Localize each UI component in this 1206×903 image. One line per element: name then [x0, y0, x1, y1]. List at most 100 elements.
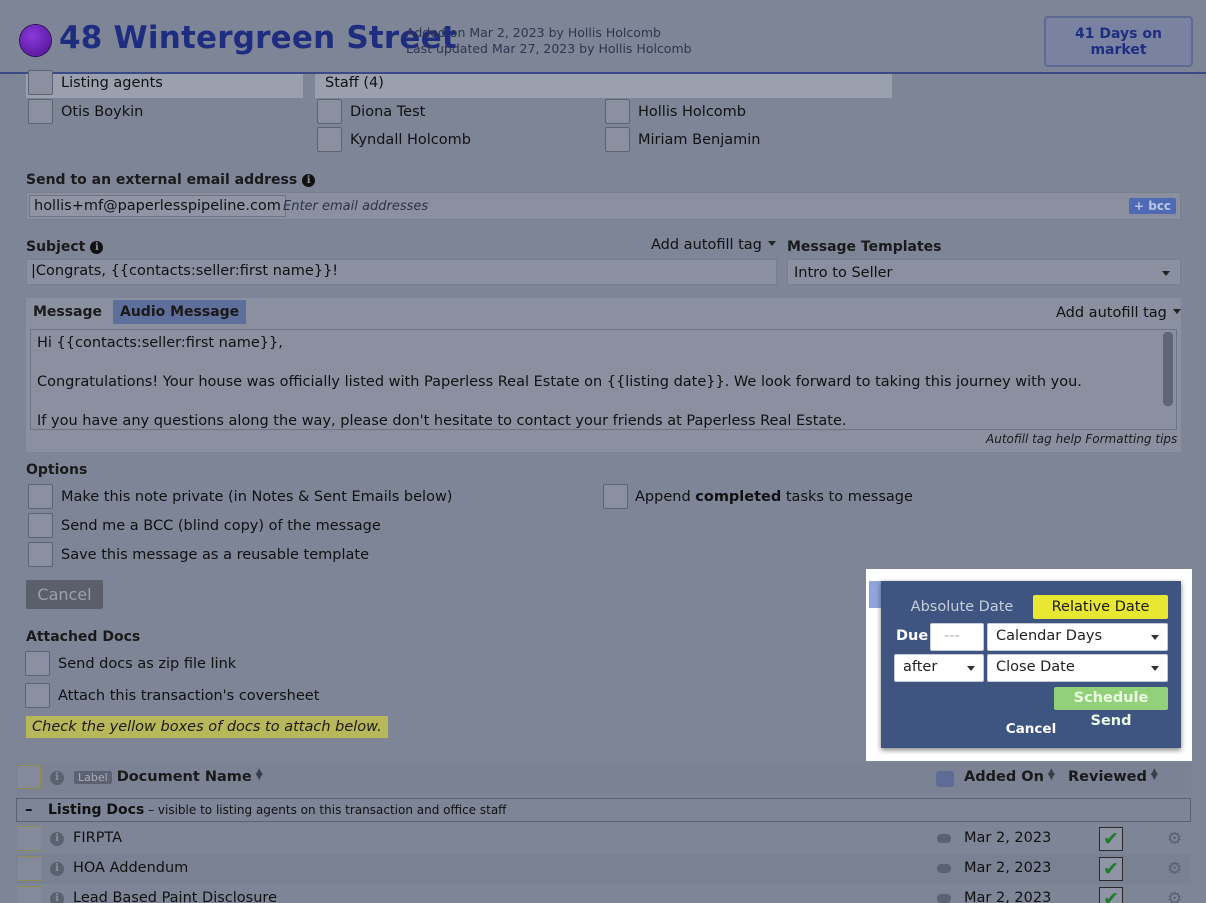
- info-icon[interactable]: i: [50, 771, 64, 785]
- label-tag: Label: [74, 771, 112, 784]
- table-row[interactable]: i Lead Based Paint Disclosure Mar 2, 202…: [16, 884, 1191, 903]
- info-icon[interactable]: i: [50, 862, 64, 876]
- document-name[interactable]: Lead Based Paint Disclosure: [73, 890, 277, 903]
- table-row[interactable]: i FIRPTA Mar 2, 2023 ✔ ⚙: [16, 824, 1191, 854]
- reviewed-check-icon[interactable]: ✔: [1099, 857, 1123, 881]
- recipient-checkbox-hollis[interactable]: [605, 99, 630, 124]
- attach-doc-checkbox[interactable]: [17, 856, 42, 881]
- schedule-send-button[interactable]: Schedule Send: [1054, 687, 1168, 729]
- document-date: Mar 2, 2023: [964, 890, 1052, 903]
- reviewed-check-icon[interactable]: ✔: [1099, 827, 1123, 851]
- info-icon[interactable]: i: [50, 892, 64, 903]
- chevron-down-icon: [1172, 309, 1181, 314]
- table-row[interactable]: i HOA Addendum Mar 2, 2023 ✔ ⚙: [16, 854, 1191, 884]
- comment-icon[interactable]: [937, 894, 951, 903]
- zip-link-label: Send docs as zip file link: [58, 656, 237, 672]
- comment-icon[interactable]: [937, 864, 951, 873]
- email-chip[interactable]: hollis+mf@paperlesspipeline.com: [29, 195, 286, 217]
- formatting-tips-link[interactable]: Formatting tips: [1085, 432, 1177, 446]
- document-name-column[interactable]: Label Document Name ▲ ▼: [74, 767, 263, 785]
- message-line: If you have any questions along the way,…: [37, 413, 847, 429]
- tab-audio-message[interactable]: Audio Message: [113, 300, 247, 324]
- recipient-name: Kyndall Holcomb: [350, 132, 471, 148]
- docs-table-header: i Label Document Name ▲ ▼ Added On ▲ ▼ Review…: [16, 763, 1191, 793]
- message-scrollbar[interactable]: [1163, 332, 1173, 406]
- day-unit-select[interactable]: Calendar Days: [987, 623, 1168, 651]
- sort-icon: ▲ ▼: [255, 767, 263, 782]
- save-template-checkbox[interactable]: [28, 542, 53, 567]
- private-note-checkbox[interactable]: [28, 484, 53, 509]
- attached-docs-label: Attached Docs: [26, 629, 141, 645]
- send-button-edge[interactable]: [869, 581, 881, 608]
- added-on-column[interactable]: Added On ▲ ▼: [964, 767, 1055, 786]
- days-on-market-badge[interactable]: 41 Days on market: [1044, 16, 1193, 67]
- gear-icon[interactable]: ⚙: [1167, 859, 1182, 879]
- added-info: Added on Mar 2, 2023 by Hollis Holcomb: [406, 25, 661, 40]
- group-name: Listing Docs: [48, 802, 145, 818]
- subject-autofill-dropdown[interactable]: Add autofill tag: [651, 237, 776, 253]
- staff-header: [315, 74, 892, 98]
- message-help-links: Autofill tag help Formatting tips: [986, 432, 1177, 446]
- relation-select[interactable]: after: [894, 654, 984, 682]
- info-icon[interactable]: i: [50, 832, 64, 846]
- absolute-date-toggle[interactable]: Absolute Date: [899, 595, 1025, 619]
- document-name[interactable]: FIRPTA: [73, 830, 122, 846]
- templates-selected: Intro to Seller: [794, 265, 893, 281]
- sort-icon: ▲ ▼: [1150, 767, 1158, 782]
- cancel-button[interactable]: Cancel: [26, 580, 103, 609]
- options-label: Options: [26, 462, 88, 478]
- reviewed-check-icon[interactable]: ✔: [1099, 887, 1123, 903]
- relative-date-toggle[interactable]: Relative Date: [1033, 595, 1168, 619]
- document-name[interactable]: HOA Addendum: [73, 860, 188, 876]
- comment-icon: [936, 771, 954, 787]
- staff-label: Staff (4): [325, 75, 384, 91]
- chevron-down-icon: [1151, 635, 1159, 640]
- attach-doc-checkbox[interactable]: [17, 826, 42, 851]
- listing-docs-group[interactable]: – Listing Docs – visible to listing agen…: [16, 798, 1191, 822]
- days-count-input[interactable]: ---: [930, 623, 984, 651]
- zip-link-checkbox[interactable]: [25, 651, 50, 676]
- gear-icon[interactable]: ⚙: [1167, 829, 1182, 849]
- reviewed-column[interactable]: Reviewed ▲ ▼: [1068, 767, 1158, 786]
- comment-icon[interactable]: [937, 834, 951, 843]
- subject-value: |Congrats, {{contacts:seller:first name}…: [31, 263, 339, 279]
- recipient-checkbox-diona[interactable]: [317, 99, 342, 124]
- bcc-me-checkbox[interactable]: [28, 513, 53, 538]
- recipient-name: Hollis Holcomb: [638, 104, 746, 120]
- recipient-name: Otis Boykin: [61, 104, 144, 120]
- recipient-checkbox-otis[interactable]: [28, 99, 53, 124]
- recipient-name: Miriam Benjamin: [638, 132, 761, 148]
- message-line: Hi {{contacts:seller:first name}},: [37, 335, 283, 351]
- email-placeholder: Enter email addresses: [283, 199, 429, 214]
- popup-cancel-link[interactable]: Cancel: [881, 721, 1181, 737]
- schedule-send-popup: Absolute Date Relative Date Due --- Cale…: [881, 581, 1181, 748]
- listing-agents-all-checkbox[interactable]: [28, 70, 53, 95]
- sort-icon: ▲ ▼: [1047, 767, 1055, 782]
- autofill-help-link[interactable]: Autofill tag help: [986, 432, 1082, 446]
- recipient-checkbox-miriam[interactable]: [605, 127, 630, 152]
- info-icon[interactable]: i: [302, 174, 316, 187]
- bcc-button[interactable]: + bcc: [1129, 198, 1177, 214]
- anchor-date-select[interactable]: Close Date: [987, 654, 1168, 682]
- append-tasks-checkbox[interactable]: [603, 484, 628, 509]
- message-textarea[interactable]: Hi {{contacts:seller:first name}}, Congr…: [30, 329, 1177, 430]
- coversheet-checkbox[interactable]: [25, 683, 50, 708]
- message-line: Congratulations! Your house was official…: [37, 374, 1082, 390]
- save-template-label: Save this message as a reusable template: [61, 547, 369, 563]
- recipient-checkbox-kyndall[interactable]: [317, 127, 342, 152]
- attach-doc-checkbox[interactable]: [17, 886, 42, 903]
- updated-info: Last updated Mar 27, 2023 by Hollis Holc…: [406, 41, 692, 56]
- gear-icon[interactable]: ⚙: [1167, 889, 1182, 903]
- select-all-docs-checkbox[interactable]: [17, 765, 41, 789]
- due-label: Due: [896, 628, 929, 644]
- tab-message[interactable]: Message: [26, 300, 109, 324]
- bcc-me-label: Send me a BCC (blind copy) of the messag…: [61, 518, 381, 534]
- listing-agents-label: Listing agents: [61, 75, 163, 91]
- private-note-label: Make this note private (in Notes & Sent …: [61, 489, 453, 505]
- chevron-down-icon: [967, 666, 975, 671]
- document-date: Mar 2, 2023: [964, 860, 1052, 876]
- days-count-placeholder: ---: [944, 628, 960, 644]
- message-autofill-dropdown[interactable]: Add autofill tag: [1056, 305, 1181, 321]
- collapse-icon[interactable]: –: [25, 800, 33, 818]
- info-icon[interactable]: i: [90, 241, 104, 254]
